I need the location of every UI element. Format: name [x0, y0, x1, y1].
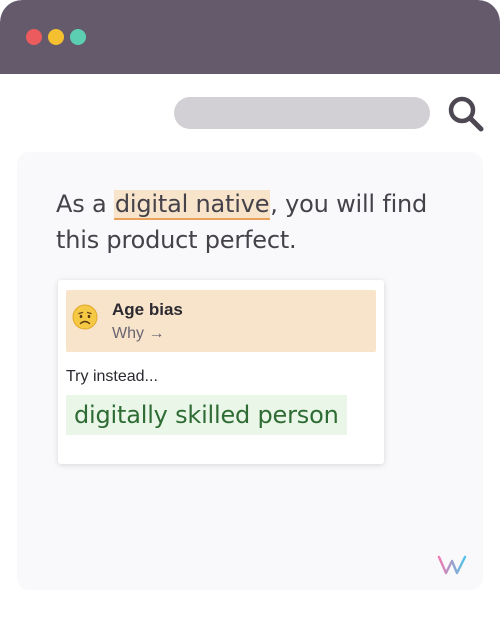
bias-header: Age bias Why →: [66, 290, 376, 352]
close-window-button[interactable]: [26, 29, 42, 45]
flagged-phrase[interactable]: digital native: [113, 190, 271, 220]
browser-window: As a digital native, you will find this …: [0, 0, 500, 634]
minimize-window-button[interactable]: [48, 29, 64, 45]
search-icon[interactable]: [446, 94, 486, 134]
try-instead-label: Try instead...: [66, 368, 158, 385]
window-titlebar: [0, 0, 500, 74]
worried-face-icon: [72, 304, 98, 330]
sentence-before-text: As a: [56, 190, 114, 218]
editor-sentence[interactable]: As a digital native, you will find this …: [56, 186, 456, 258]
suggestion-popover: Age bias Why → Try instead... digitally …: [58, 280, 384, 464]
search-input[interactable]: [174, 97, 430, 129]
editor-content-area[interactable]: As a digital native, you will find this …: [17, 152, 483, 590]
bias-title: Age bias: [112, 300, 183, 319]
why-link[interactable]: Why →: [112, 325, 164, 343]
writer-logo-icon: [437, 555, 467, 575]
maximize-window-button[interactable]: [70, 29, 86, 45]
replacement-suggestion-button[interactable]: digitally skilled person: [66, 395, 347, 435]
